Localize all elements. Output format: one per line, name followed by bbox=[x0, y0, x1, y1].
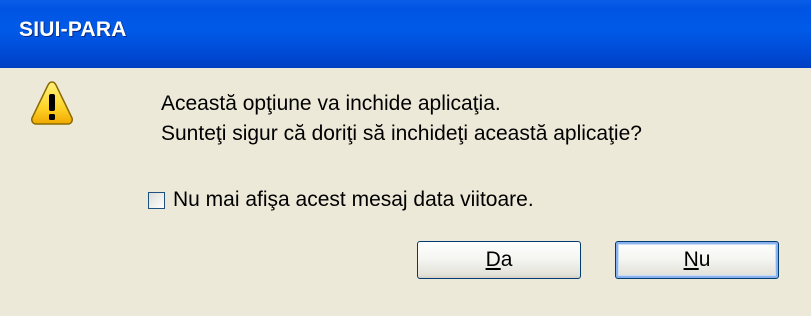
yes-button-mnemonic: D bbox=[485, 248, 501, 271]
yes-button[interactable]: Da bbox=[417, 241, 581, 279]
no-button[interactable]: Nu bbox=[615, 241, 779, 279]
dialog-message: Această opţiune va inchide aplicaţia. Su… bbox=[161, 89, 642, 149]
dont-show-again-option[interactable]: Nu mai afişa acest mesaj data viitoare. bbox=[148, 188, 534, 212]
dont-show-again-label[interactable]: Nu mai afişa acest mesaj data viitoare. bbox=[173, 188, 534, 212]
dialog-window: SIUI-PARA Această opţiune va inchide apl… bbox=[0, 0, 811, 316]
no-button-mnemonic: N bbox=[683, 248, 699, 271]
window-title: SIUI-PARA bbox=[19, 18, 127, 41]
message-line-2: Sunteţi sigur că doriţi să inchideţi ace… bbox=[161, 122, 642, 145]
message-line-1: Această opţiune va inchide aplicaţia. bbox=[161, 92, 501, 115]
dont-show-again-checkbox[interactable] bbox=[148, 191, 165, 209]
warning-icon bbox=[31, 81, 73, 125]
yes-button-label-rest: a bbox=[500, 248, 513, 271]
no-button-label-rest: u bbox=[698, 248, 711, 271]
title-bar[interactable]: SIUI-PARA bbox=[0, 0, 811, 68]
